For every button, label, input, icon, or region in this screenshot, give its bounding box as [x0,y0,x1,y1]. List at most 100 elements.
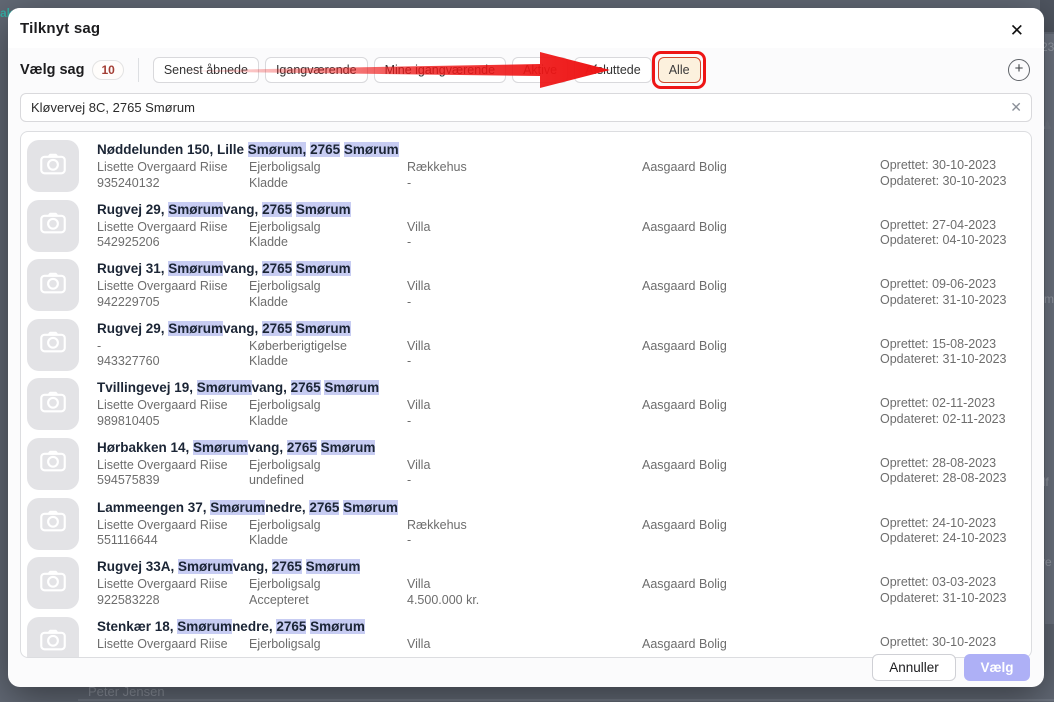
clear-search-icon[interactable]: ✕ [1010,99,1022,116]
property-type: Villa [407,457,431,472]
tab-label: Senest åbnede [163,63,248,77]
case-agent: Lisette Overgaard Riise [97,398,228,413]
case-type: Køberberigtigelse [249,338,347,353]
case-type: Ejerboligsalg [249,160,321,174]
tab-label: Afsluttede [585,63,641,77]
created-date: Oprettet: 30-10-2023 [880,158,997,172]
case-type: Ejerboligsalg [249,219,321,234]
property-type: Villa [407,219,431,234]
created-date: Oprettet: 03-03-2023 [880,575,997,590]
created-date: Oprettet: 24-10-2023 [880,515,997,530]
case-agent: Lisette Overgaard Riise [97,279,228,294]
case-list-item[interactable]: Tvillingevej 19, Smørumvang, 2765 Smørum… [27,375,1031,435]
updated-date: Opdateret: 24-10-2023 [880,531,1007,546]
cancel-button[interactable]: Annuller [872,654,956,681]
case-company: Aasgaard Bolig [642,219,727,234]
case-company: Aasgaard Bolig [642,398,727,413]
photo-placeholder [27,497,79,550]
backdrop-scrollbar-strip [1045,34,1054,624]
case-price: - [407,473,412,488]
case-status: Kladde [249,413,288,428]
filter-tab-5[interactable]: Alle [651,51,706,89]
created-date: Oprettet: 02-11-2023 [880,396,996,411]
case-price: 4.500.000 kr. [407,592,480,607]
tab-label: Alle [668,63,690,77]
updated-date: Opdateret: 04-10-2023 [880,233,1007,248]
case-address: Rugvej 31, Smørumvang, 2765 Smørum [97,261,351,277]
case-status: undefined [249,473,304,488]
case-agent: - [97,338,102,353]
select-case-label: Vælg sag [20,62,85,78]
modal-footer: Annuller Vælg [872,654,1030,681]
case-number: 542925206 [97,235,160,250]
case-list-item[interactable]: Hørbakken 14, Smørumvang, 2765 Smørum Li… [27,435,1031,495]
photo-placeholder [27,199,79,252]
close-icon[interactable]: ✕ [1006,20,1028,41]
case-address: Stenkær 18, Smørumnedre, 2765 Smørum [97,618,365,634]
select-button[interactable]: Vælg [964,654,1030,681]
tab-label: Aktive [523,63,558,77]
case-company: Aasgaard Bolig [642,338,727,353]
divider [137,58,139,82]
case-company: Aasgaard Bolig [642,577,727,592]
case-list-item[interactable]: Rugvej 33A, Smørumvang, 2765 Smørum Lise… [27,554,1031,614]
filter-tab-3[interactable]: Aktive [512,57,569,83]
case-company: Aasgaard Bolig [642,517,727,532]
photo-placeholder [27,140,79,192]
case-number: 551116644 [97,533,158,548]
property-type: Rækkehus [407,517,467,532]
created-date: Oprettet: 15-08-2023 [880,336,997,351]
photo-placeholder [27,378,79,431]
camera-icon [38,208,68,243]
case-status: Kladde [249,175,288,190]
camera-icon [38,625,68,657]
photo-placeholder [27,437,79,490]
filter-tab-0[interactable]: Senest åbnede [152,57,259,83]
created-date: Oprettet: 30-10-2023 [880,634,997,649]
case-address: Rugvej 29, Smørumvang, 2765 Smørum [97,201,351,217]
property-type: Villa [407,577,431,592]
case-list-item[interactable]: Nøddelunden 150, Lille Smørum, 2765 Smør… [27,137,1031,197]
case-address: Lammeengen 37, Smørumnedre, 2765 Smørum [97,499,398,515]
case-agent: Lisette Overgaard Riise [97,517,228,532]
filter-tab-2[interactable]: Mine igangværende [373,57,507,83]
created-date: Oprettet: 09-06-2023 [880,277,997,292]
case-type: Ejerboligsalg [249,636,321,651]
case-status: Kladde [249,235,288,250]
case-number: 943327760 [97,354,160,369]
photo-placeholder [27,616,79,657]
tab-label: Igangværende [275,63,357,77]
modal-title: Tilknyt sag [20,20,101,37]
case-price: - [407,235,412,250]
property-type: Villa [407,398,431,413]
property-type: Villa [407,636,431,651]
case-list-item[interactable]: Rugvej 29, Smørumvang, 2765 Smørum - 943… [27,316,1031,376]
case-price: - [407,533,412,548]
updated-date: Opdateret: 28-08-2023 [880,471,1007,486]
add-case-button[interactable]: + [1008,59,1030,81]
filter-bar: Vælg sag 10 Senest åbnede Igangværende Min… [20,51,1032,89]
property-type: Rækkehus [407,160,467,174]
case-agent: Lisette Overgaard Riise [97,636,228,651]
case-list-item[interactable]: Rugvej 31, Smørumvang, 2765 Smørum Liset… [27,256,1031,316]
filter-tab-4[interactable]: Afsluttede [574,57,652,83]
case-price: - [407,175,412,190]
filter-tabs: Senest åbnede Igangværende Mine igangværen… [152,51,706,89]
case-address: Hørbakken 14, Smørumvang, 2765 Smørum [97,439,376,455]
tilknyt-sag-modal: Tilknyt sag ✕ Vælg sag 10 Senest åbnede I… [8,8,1044,687]
search-input[interactable] [20,93,1032,122]
case-list-item[interactable]: Stenkær 18, Smørumnedre, 2765 Smørum Lis… [27,614,1031,657]
filter-tab-1[interactable]: Igangværende [264,57,368,83]
case-type: Ejerboligsalg [249,457,321,472]
tab-label: Mine igangværende [384,63,496,77]
created-date: Oprettet: 28-08-2023 [880,455,997,470]
backdrop-divider [78,699,1054,701]
updated-date: Opdateret: 02-11-2023 [880,411,1006,426]
case-list-item[interactable]: Lammeengen 37, Smørumnedre, 2765 Smørum … [27,495,1031,555]
case-list-item[interactable]: Rugvej 29, Smørumvang, 2765 Smørum Liset… [27,197,1031,257]
case-agent: Lisette Overgaard Riise [97,160,228,174]
camera-icon [38,387,68,422]
case-type: Ejerboligsalg [249,279,321,294]
case-number: 942229705 [97,294,160,309]
case-address: Rugvej 29, Smørumvang, 2765 Smørum [97,320,351,336]
